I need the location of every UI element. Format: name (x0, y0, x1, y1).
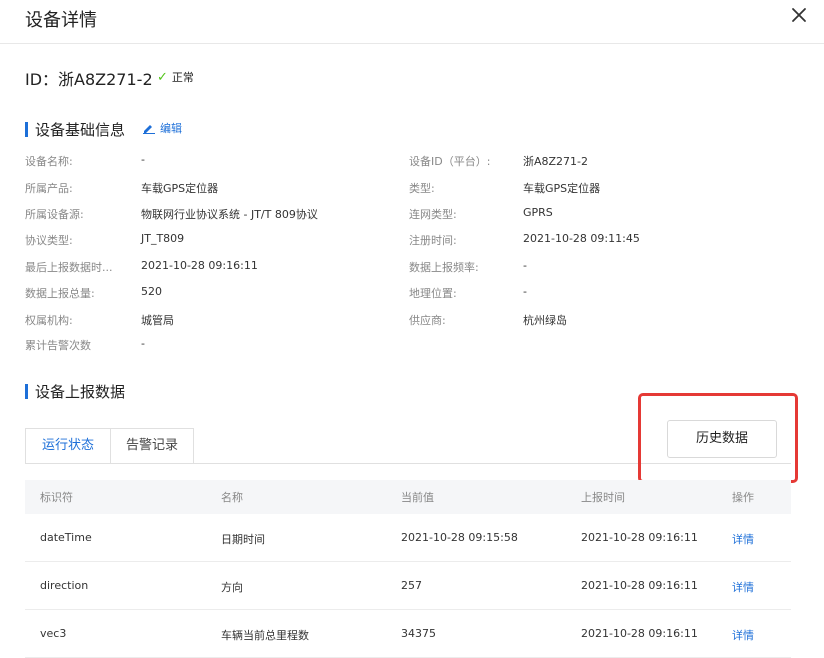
info-label: 类型: (409, 182, 435, 195)
tab-alarm-records[interactable]: 告警记录 (110, 428, 194, 464)
info-value: - (141, 153, 145, 166)
info-value: 2021-10-28 09:16:11 (141, 259, 258, 272)
info-label: 协议类型: (25, 234, 73, 247)
dialog-header: 设备详情 (0, 0, 824, 44)
edit-button[interactable]: 编辑 (142, 120, 182, 136)
cell-report-time: 2021-10-28 09:16:11 (581, 531, 698, 544)
info-label: 连网类型: (409, 208, 457, 221)
check-icon: ✓ (157, 70, 168, 85)
cell-identifier: dateTime (40, 531, 92, 544)
info-value: 车载GPS定位器 (523, 182, 601, 195)
info-label: 权属机构: (25, 314, 73, 327)
info-label: 注册时间: (409, 234, 457, 247)
cell-name: 车辆当前总里程数 (221, 629, 309, 642)
close-icon[interactable] (790, 6, 808, 24)
info-value: 车载GPS定位器 (141, 182, 219, 195)
info-label: 数据上报频率: (409, 261, 479, 274)
status-text: 正常 (171, 71, 194, 84)
table-row: vec3 车辆当前总里程数 34375 2021-10-28 09:16:11 … (25, 610, 791, 658)
info-label: 所属产品: (25, 182, 73, 195)
info-label: 供应商: (409, 314, 446, 327)
table-header: 标识符 名称 当前值 上报时间 操作 (25, 480, 791, 514)
status-badge: ✓ 正常 (157, 69, 194, 85)
info-value: 浙A8Z271-2 (523, 155, 589, 168)
table-row: direction 方向 257 2021-10-28 09:16:11 详情 (25, 562, 791, 610)
info-label: 最后上报数据时... (25, 261, 113, 274)
details-link[interactable]: 详情 (732, 579, 754, 595)
column-header: 上报时间 (581, 491, 625, 504)
info-value: 城管局 (141, 314, 174, 327)
edit-label: 编辑 (160, 122, 182, 135)
cell-current-value: 2021-10-28 09:15:58 (401, 531, 518, 544)
info-value: 2021-10-28 09:11:45 (523, 232, 640, 245)
details-link[interactable]: 详情 (732, 627, 754, 643)
info-value: - (523, 259, 527, 272)
info-value: 物联网行业协议系统 - JT/T 809协议 (141, 208, 318, 221)
cell-report-time: 2021-10-28 09:16:11 (581, 627, 698, 640)
highlight-annotation (638, 393, 798, 483)
cell-report-time: 2021-10-28 09:16:11 (581, 579, 698, 592)
info-label: 累计告警次数 (25, 339, 91, 352)
cell-identifier: direction (40, 579, 89, 592)
details-link[interactable]: 详情 (732, 531, 754, 547)
pencil-icon (143, 125, 155, 134)
cell-name: 日期时间 (221, 533, 265, 546)
info-value: - (523, 285, 527, 298)
column-header: 当前值 (401, 491, 434, 504)
report-data-title: 设备上报数据 (25, 381, 125, 402)
info-value: JT_T809 (141, 232, 185, 245)
cell-name: 方向 (221, 581, 243, 594)
info-value: 杭州绿岛 (523, 314, 567, 327)
column-header: 标识符 (40, 491, 73, 504)
tab-running-status[interactable]: 运行状态 (25, 428, 111, 464)
column-header: 操作 (732, 491, 754, 504)
table-row: dateTime 日期时间 2021-10-28 09:15:58 2021-1… (25, 514, 791, 562)
device-id: ID：浙A8Z271-2 (25, 70, 153, 89)
cell-current-value: 34375 (401, 627, 436, 640)
info-value: 520 (141, 285, 162, 298)
info-value: GPRS (523, 206, 553, 219)
cell-identifier: vec3 (40, 627, 67, 640)
info-label: 所属设备源: (25, 208, 84, 221)
info-label: 设备名称: (25, 155, 73, 168)
column-header: 名称 (221, 491, 243, 504)
basic-info-title: 设备基础信息 (25, 119, 125, 140)
cell-current-value: 257 (401, 579, 422, 592)
dialog-title: 设备详情 (25, 10, 97, 31)
info-value: - (141, 337, 145, 350)
info-label: 设备ID（平台）: (409, 155, 491, 168)
info-label: 地理位置: (409, 287, 457, 300)
info-label: 数据上报总量: (25, 287, 95, 300)
